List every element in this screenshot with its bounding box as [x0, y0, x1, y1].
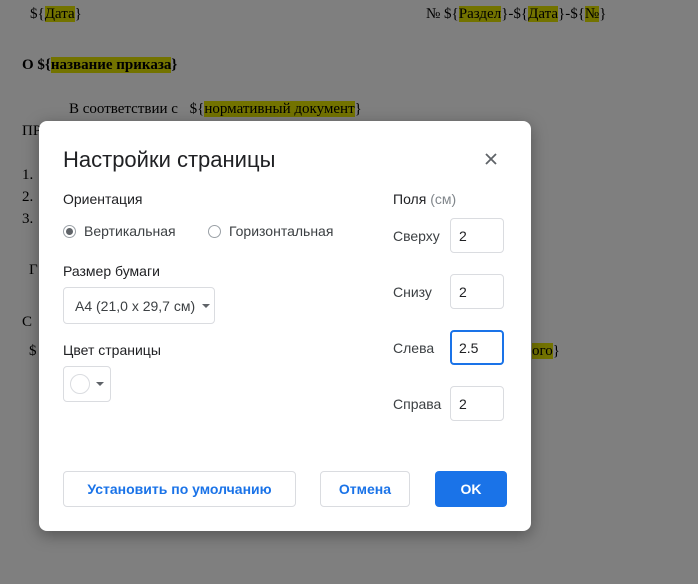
margin-right-label: Справа: [393, 396, 442, 412]
radio-selected-icon: [63, 224, 76, 238]
page-color-label: Цвет страницы: [63, 342, 161, 358]
margin-top-label: Сверху: [393, 228, 440, 244]
margin-top-input[interactable]: [450, 218, 504, 253]
margin-left-label: Слева: [393, 340, 435, 356]
ok-button[interactable]: OK: [435, 471, 507, 507]
paper-size-label: Размер бумаги: [63, 263, 160, 279]
paper-size-select[interactable]: A4 (21,0 x 29,7 см): [63, 287, 215, 324]
orientation-label: Ориентация: [63, 191, 143, 207]
orientation-portrait-radio[interactable]: Вертикальная: [63, 223, 176, 239]
margin-bottom-label: Снизу: [393, 284, 432, 300]
cancel-button[interactable]: Отмена: [320, 471, 410, 507]
page-color-picker[interactable]: [63, 366, 111, 402]
margins-unit: (см): [430, 191, 457, 207]
page-setup-dialog: Настройки страницы Ориентация Вертикальн…: [39, 121, 531, 531]
close-button[interactable]: [477, 145, 505, 173]
chevron-down-icon: [96, 382, 104, 386]
margins-header: Поля (см): [393, 191, 456, 207]
dialog-title: Настройки страницы: [63, 147, 276, 172]
radio-label: Вертикальная: [84, 223, 176, 239]
radio-label: Горизонтальная: [229, 223, 334, 239]
orientation-landscape-radio[interactable]: Горизонтальная: [208, 223, 333, 239]
paper-size-value: A4 (21,0 x 29,7 см): [75, 297, 196, 314]
margins-label: Поля: [393, 191, 427, 207]
color-swatch: [70, 374, 90, 394]
chevron-down-icon: [202, 303, 211, 308]
margin-bottom-input[interactable]: [450, 274, 504, 309]
radio-unselected-icon: [208, 224, 221, 238]
close-icon: [484, 152, 498, 166]
margin-right-input[interactable]: [450, 386, 504, 421]
margin-left-input[interactable]: [450, 330, 504, 365]
set-default-button[interactable]: Установить по умолчанию: [63, 471, 296, 507]
